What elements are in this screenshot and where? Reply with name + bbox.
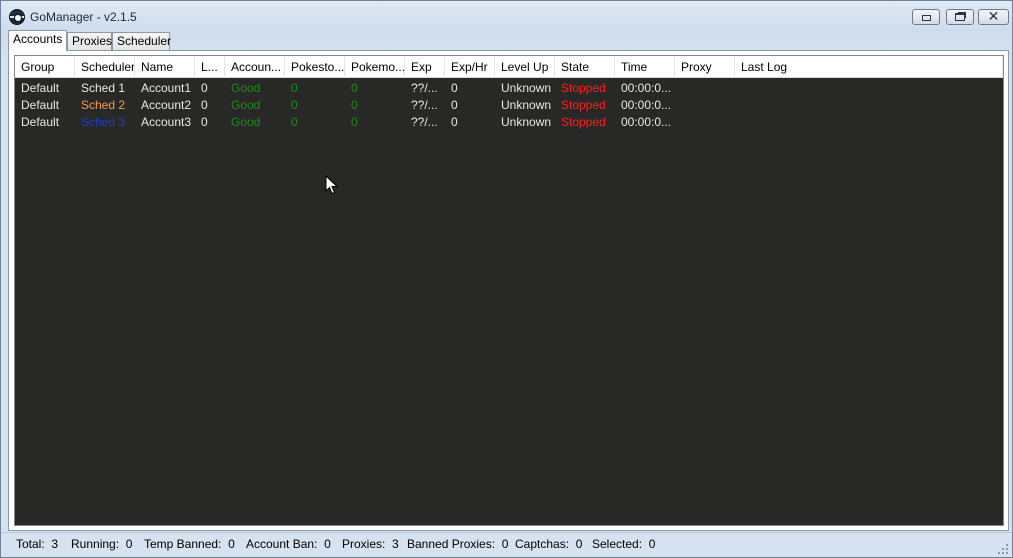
- cell-level-up: Unknown: [501, 81, 552, 95]
- cell-exp: ??/...: [411, 98, 438, 112]
- column-header-pokemon[interactable]: Pokemo...: [345, 56, 405, 78]
- table-row[interactable]: Default Sched 1 Account1 0 Good 0 0 ??/... 0 Unkn…: [15, 80, 1003, 97]
- column-header-account-status[interactable]: Accoun...: [225, 56, 285, 78]
- window-title: GoManager - v2.1.5: [30, 10, 137, 24]
- cell-state: Stopped: [561, 115, 606, 129]
- cell-group: Default: [21, 98, 60, 112]
- resize-grip-icon[interactable]: [998, 544, 1008, 554]
- cell-account-status: Good: [231, 81, 261, 95]
- status-account-ban: Account Ban: 0: [246, 537, 331, 551]
- cell-time: 00:00:0...: [621, 81, 672, 95]
- column-header-exp[interactable]: Exp: [405, 56, 445, 78]
- close-icon: ✕: [987, 9, 1000, 25]
- cell-exp: ??/...: [411, 81, 438, 95]
- status-temp-banned: Temp Banned: 0: [144, 537, 235, 551]
- cell-proxy: [675, 97, 735, 114]
- tab-accounts[interactable]: Accounts: [8, 30, 67, 51]
- table-row[interactable]: Default Sched 3 Account3 0 Good 0 0 ??/... 0 Unkn…: [15, 114, 1003, 131]
- cell-time: 00:00:0...: [621, 98, 672, 112]
- cell-exp: ??/...: [411, 115, 438, 129]
- status-bar: Total: 3 Running: 0 Temp Banned: 0 Accou…: [1, 532, 1012, 557]
- cell-time: 00:00:0...: [621, 115, 672, 129]
- column-header-name[interactable]: Name: [135, 56, 195, 78]
- cell-level: 0: [201, 81, 208, 95]
- cell-exp-per-hour: 0: [451, 98, 458, 112]
- status-banned-proxies: Banned Proxies: 0: [407, 537, 509, 551]
- minimize-icon: [921, 15, 931, 21]
- cell-exp-per-hour: 0: [451, 115, 458, 129]
- cell-proxy: [675, 114, 735, 131]
- cell-account-status: Good: [231, 115, 261, 129]
- maximize-button[interactable]: [946, 9, 974, 25]
- status-total: Total: 3: [16, 537, 59, 551]
- column-header-level[interactable]: L...: [195, 56, 225, 78]
- accounts-tab-page: Group Scheduler Name L... Accoun... Pokesto..…: [8, 50, 1009, 531]
- accounts-list-header: Group Scheduler Name L... Accoun... Pokesto..…: [15, 56, 1003, 78]
- minimize-button[interactable]: [912, 9, 940, 25]
- status-selected: Selected: 0: [592, 537, 656, 551]
- column-header-scheduler[interactable]: Scheduler: [75, 56, 135, 78]
- cell-state: Stopped: [561, 81, 606, 95]
- cell-last-log: [735, 97, 1003, 114]
- cell-scheduler: Sched 2: [81, 98, 126, 112]
- column-header-state[interactable]: State: [555, 56, 615, 78]
- cell-pokemon: 0: [351, 98, 358, 112]
- app-window: GoManager - v2.1.5 ✕ Accounts Proxies Sc…: [0, 0, 1013, 558]
- column-header-time[interactable]: Time: [615, 56, 675, 78]
- column-header-group[interactable]: Group: [15, 56, 75, 78]
- cell-level-up: Unknown: [501, 98, 552, 112]
- status-running: Running: 0: [71, 537, 133, 551]
- cell-level-up: Unknown: [501, 115, 552, 129]
- close-button[interactable]: ✕: [978, 9, 1009, 25]
- column-header-proxy[interactable]: Proxy: [675, 56, 735, 78]
- title-bar[interactable]: GoManager - v2.1.5 ✕: [1, 1, 1012, 31]
- cell-name: Account3: [141, 115, 192, 129]
- cell-last-log: [735, 80, 1003, 97]
- column-header-last-log[interactable]: Last Log: [735, 56, 1003, 78]
- cell-account-status: Good: [231, 98, 261, 112]
- column-header-level-up[interactable]: Level Up: [495, 56, 555, 78]
- cell-exp-per-hour: 0: [451, 81, 458, 95]
- cell-scheduler: Sched 3: [81, 115, 126, 129]
- cell-last-log: [735, 114, 1003, 131]
- pokeball-icon: [9, 9, 25, 25]
- table-row[interactable]: Default Sched 2 Account2 0 Good 0 0 ??/... 0 Unkn…: [15, 97, 1003, 114]
- tab-scheduler[interactable]: Scheduler: [112, 32, 171, 50]
- cell-name: Account2: [141, 98, 192, 112]
- status-proxies: Proxies: 3: [342, 537, 399, 551]
- cell-scheduler: Sched 1: [81, 81, 126, 95]
- tab-proxies[interactable]: Proxies: [67, 32, 112, 50]
- status-captchas: Captchas: 0: [515, 537, 583, 551]
- column-header-exp-per-hour[interactable]: Exp/Hr: [445, 56, 495, 78]
- cell-group: Default: [21, 81, 60, 95]
- cell-level: 0: [201, 115, 208, 129]
- column-header-pokestops[interactable]: Pokesto...: [285, 56, 345, 78]
- cell-pokestops: 0: [291, 115, 298, 129]
- cell-pokemon: 0: [351, 115, 358, 129]
- cell-proxy: [675, 80, 735, 97]
- mouse-cursor-icon: [325, 175, 339, 195]
- cell-pokestops: 0: [291, 98, 298, 112]
- cell-state: Stopped: [561, 98, 606, 112]
- cell-name: Account1: [141, 81, 192, 95]
- cell-group: Default: [21, 115, 60, 129]
- cell-pokemon: 0: [351, 81, 358, 95]
- cell-pokestops: 0: [291, 81, 298, 95]
- accounts-list[interactable]: Group Scheduler Name L... Accoun... Pokesto..…: [14, 55, 1004, 526]
- cell-level: 0: [201, 98, 208, 112]
- maximize-icon: [955, 13, 965, 21]
